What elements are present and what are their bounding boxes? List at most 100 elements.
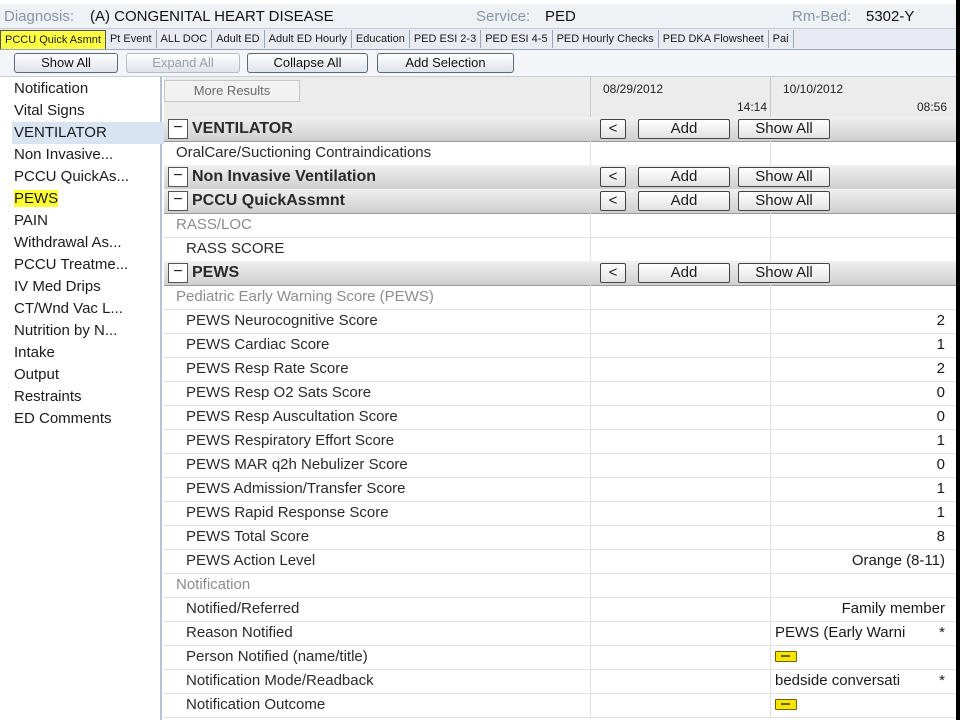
section-header[interactable]: − Non Invasive Ventilation < Add Show All bbox=[164, 165, 956, 190]
sidebar-item-iv-med-drips[interactable]: IV Med Drips bbox=[14, 276, 154, 298]
grid-row[interactable]: OralCare/Suctioning Contraindications bbox=[164, 141, 956, 166]
section-header[interactable]: − VENTILATOR < Add Show All bbox=[164, 117, 956, 142]
previous-results-button[interactable]: < bbox=[600, 263, 626, 283]
result-cell[interactable] bbox=[590, 645, 771, 669]
subsection-label[interactable]: RASS/LOC bbox=[164, 213, 956, 238]
tab-all-doc[interactable]: ALL DOC bbox=[157, 30, 213, 48]
result-cell[interactable]: bedside conversati * bbox=[770, 669, 951, 693]
result-cell[interactable] bbox=[590, 381, 771, 405]
grid-row[interactable]: Person Notified (name/title) bbox=[164, 645, 956, 670]
sidebar-item-nutrition-by-n[interactable]: Nutrition by N... bbox=[14, 320, 154, 342]
grid-row[interactable]: RASS SCORE bbox=[164, 237, 956, 262]
sidebar-item-pccu-quickas[interactable]: PCCU QuickAs... bbox=[14, 166, 154, 188]
collapse-toggle-icon[interactable]: − bbox=[168, 191, 188, 211]
result-cell[interactable]: 1 bbox=[770, 429, 951, 453]
tab-pai[interactable]: Pai bbox=[769, 30, 794, 48]
sidebar-item-restraints[interactable]: Restraints bbox=[14, 386, 154, 408]
collapse-toggle-icon[interactable]: − bbox=[168, 263, 188, 283]
result-cell[interactable] bbox=[770, 213, 951, 237]
tab-adult-ed[interactable]: Adult ED bbox=[212, 30, 265, 48]
collapse-toggle-icon[interactable]: − bbox=[168, 119, 188, 139]
sidebar-item-ed-comments[interactable]: ED Comments bbox=[14, 408, 154, 430]
grid-row[interactable]: Notification Mode/Readback bedside conver… bbox=[164, 669, 956, 694]
sidebar-item-pccu-treatme[interactable]: PCCU Treatme... bbox=[14, 254, 154, 276]
result-cell[interactable] bbox=[590, 405, 771, 429]
tab-pccu-quick-asmnt[interactable]: PCCU Quick Asmnt bbox=[0, 30, 106, 49]
result-cell[interactable] bbox=[590, 573, 771, 597]
sidebar-item-ventilator[interactable]: VENTILATOR bbox=[12, 122, 164, 144]
add-button[interactable]: Add bbox=[638, 263, 730, 283]
tab-pt-event[interactable]: Pt Event bbox=[106, 30, 157, 48]
sidebar-item-pews[interactable]: PEWS bbox=[14, 188, 154, 210]
sidebar-item-non-invasive[interactable]: Non Invasive... bbox=[14, 144, 154, 166]
grid-row[interactable]: PEWS Neurocognitive Score 2 bbox=[164, 309, 956, 334]
more-results-button[interactable]: More Results bbox=[164, 80, 300, 102]
result-cell[interactable]: Family member bbox=[770, 597, 951, 621]
subsection-label[interactable]: Notification bbox=[164, 573, 956, 598]
grid-row[interactable]: PEWS Rapid Response Score 1 bbox=[164, 501, 956, 526]
result-cell[interactable]: PEWS (Early Warni * bbox=[770, 621, 951, 645]
result-cell[interactable] bbox=[590, 549, 771, 573]
tab-adult-ed-hourly[interactable]: Adult ED Hourly bbox=[265, 30, 352, 48]
result-cell[interactable] bbox=[590, 429, 771, 453]
sidebar-item-notification[interactable]: Notification bbox=[14, 78, 154, 100]
add-button[interactable]: Add bbox=[638, 167, 730, 187]
grid-row[interactable]: PEWS Total Score 8 bbox=[164, 525, 956, 550]
section-show-all-button[interactable]: Show All bbox=[738, 119, 830, 139]
result-cell[interactable] bbox=[590, 621, 771, 645]
result-cell[interactable]: 0 bbox=[770, 405, 951, 429]
result-cell[interactable] bbox=[770, 645, 951, 669]
add-button[interactable]: Add bbox=[638, 119, 730, 139]
result-cell[interactable] bbox=[770, 693, 951, 717]
grid-row[interactable]: PEWS Cardiac Score 1 bbox=[164, 333, 956, 358]
show-all-button[interactable]: Show All bbox=[14, 53, 118, 73]
result-cell[interactable]: 1 bbox=[770, 477, 951, 501]
result-cell[interactable]: 0 bbox=[770, 453, 951, 477]
tab-ped-esi-4-5[interactable]: PED ESI 4-5 bbox=[481, 30, 553, 48]
result-cell[interactable]: 8 bbox=[770, 525, 951, 549]
result-cell[interactable] bbox=[590, 693, 771, 717]
result-cell[interactable] bbox=[590, 309, 771, 333]
result-cell[interactable] bbox=[770, 141, 951, 165]
subsection-label[interactable]: Pediatric Early Warning Score (PEWS) bbox=[164, 285, 956, 310]
grid-row[interactable]: PEWS Resp Auscultation Score 0 bbox=[164, 405, 956, 430]
grid-row[interactable]: Reason Notified PEWS (Early Warni * bbox=[164, 621, 956, 646]
result-cell[interactable] bbox=[590, 597, 771, 621]
section-show-all-button[interactable]: Show All bbox=[738, 167, 830, 187]
expand-all-button[interactable]: Expand All bbox=[126, 53, 240, 73]
grid-row[interactable]: Notified/Referred Family member bbox=[164, 597, 956, 622]
result-cell[interactable]: 1 bbox=[770, 333, 951, 357]
note-icon[interactable] bbox=[775, 651, 797, 662]
result-cell[interactable] bbox=[590, 669, 771, 693]
result-cell[interactable]: 1 bbox=[770, 501, 951, 525]
grid-row[interactable]: PEWS Resp Rate Score 2 bbox=[164, 357, 956, 382]
tab-ped-dka-flowsheet[interactable]: PED DKA Flowsheet bbox=[659, 30, 769, 48]
result-cell[interactable] bbox=[590, 525, 771, 549]
grid-row[interactable]: PEWS Admission/Transfer Score 1 bbox=[164, 477, 956, 502]
grid-row[interactable]: PEWS Respiratory Effort Score 1 bbox=[164, 429, 956, 454]
collapse-all-button[interactable]: Collapse All bbox=[247, 53, 368, 73]
result-cell[interactable] bbox=[590, 141, 771, 165]
add-selection-button[interactable]: Add Selection bbox=[377, 53, 514, 73]
grid-row[interactable]: PEWS MAR q2h Nebulizer Score 0 bbox=[164, 453, 956, 478]
tab-ped-esi-2-3[interactable]: PED ESI 2-3 bbox=[410, 30, 482, 48]
column-header-1[interactable]: 08/29/2012 14:14 bbox=[590, 77, 771, 117]
collapse-toggle-icon[interactable]: − bbox=[168, 167, 188, 187]
result-cell[interactable] bbox=[590, 285, 771, 309]
grid-row[interactable]: PEWS Action Level Orange (8-11) bbox=[164, 549, 956, 574]
result-cell[interactable] bbox=[590, 237, 771, 261]
tab-education[interactable]: Education bbox=[352, 30, 410, 48]
result-cell[interactable]: 2 bbox=[770, 357, 951, 381]
result-cell[interactable] bbox=[590, 477, 771, 501]
tab-ped-hourly-checks[interactable]: PED Hourly Checks bbox=[553, 30, 659, 48]
previous-results-button[interactable]: < bbox=[600, 191, 626, 211]
result-cell[interactable] bbox=[590, 453, 771, 477]
result-cell[interactable] bbox=[770, 285, 951, 309]
result-cell[interactable] bbox=[590, 357, 771, 381]
sidebar-item-intake[interactable]: Intake bbox=[14, 342, 154, 364]
sidebar-item-withdrawal-as[interactable]: Withdrawal As... bbox=[14, 232, 154, 254]
result-cell[interactable]: Orange (8-11) bbox=[770, 549, 951, 573]
section-header[interactable]: − PCCU QuickAssmnt < Add Show All bbox=[164, 189, 956, 214]
sidebar-item-pain[interactable]: PAIN bbox=[14, 210, 154, 232]
result-cell[interactable] bbox=[770, 237, 951, 261]
